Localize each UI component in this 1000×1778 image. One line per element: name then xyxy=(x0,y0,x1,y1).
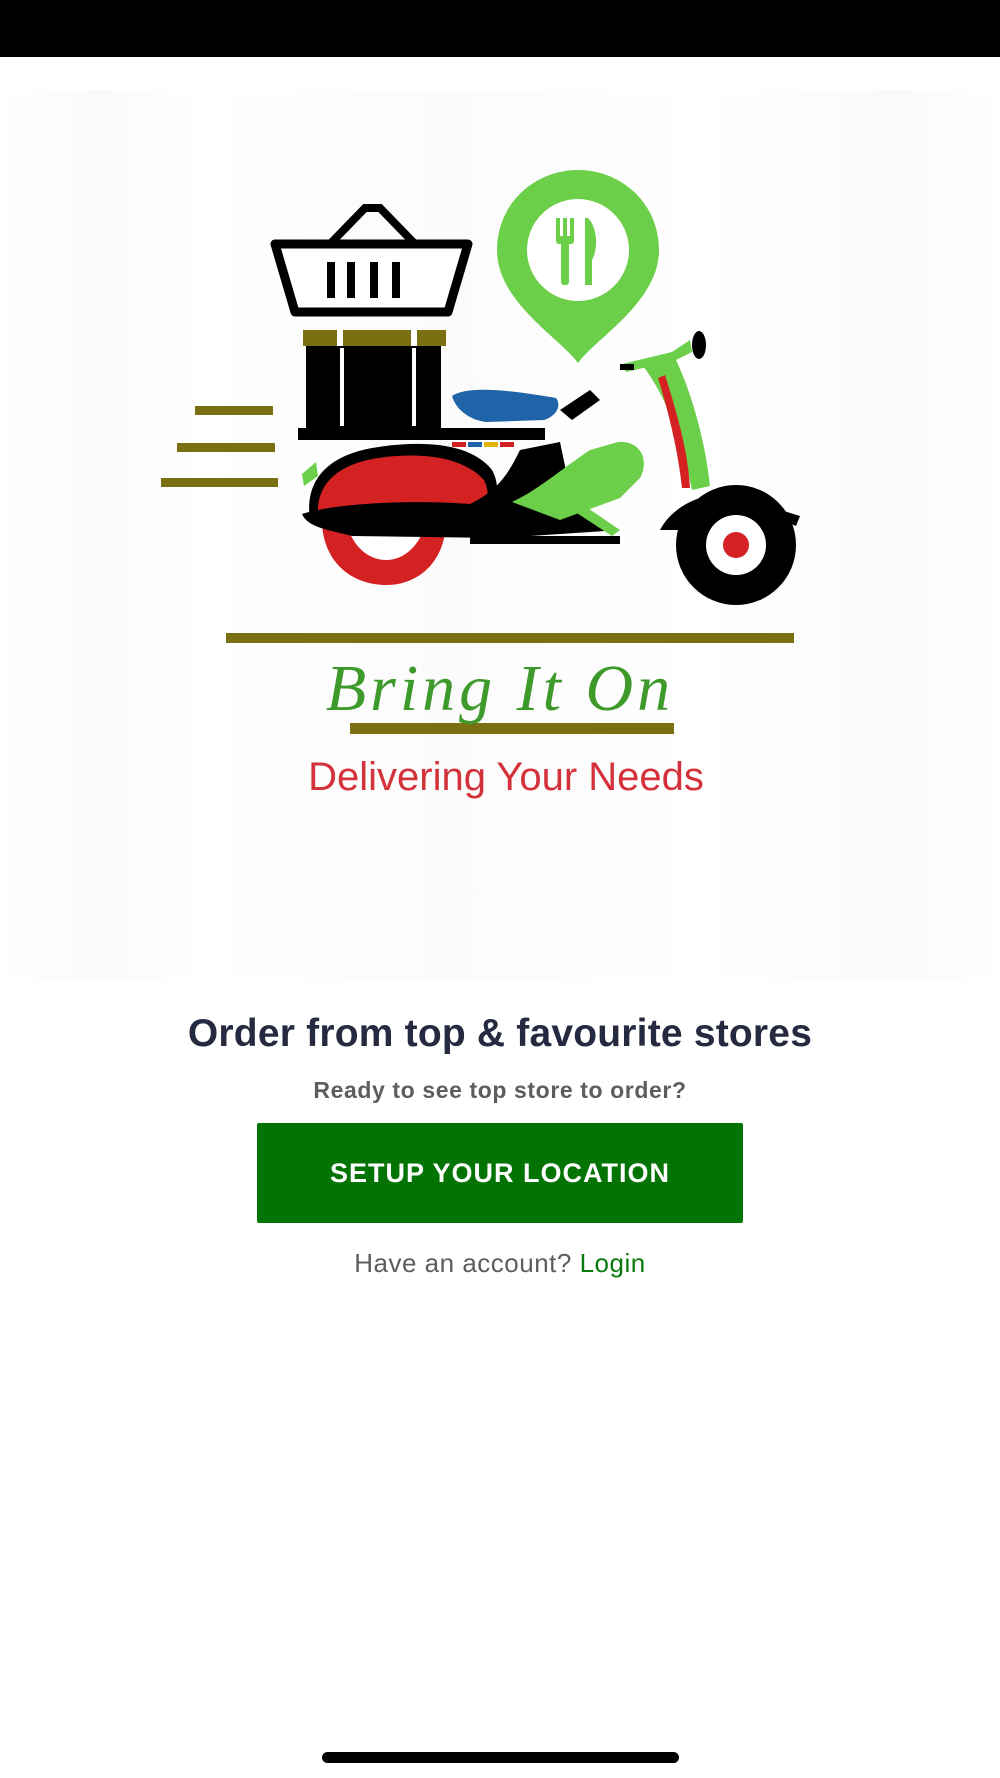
page-subtitle: Ready to see top store to order? xyxy=(313,1077,687,1103)
account-prompt-text: Have an account? xyxy=(354,1248,572,1278)
brand-logo: Bring It On Delivering Your Needs xyxy=(0,90,1000,980)
login-link[interactable]: Login xyxy=(580,1248,646,1278)
setup-location-button[interactable]: SETUP YOUR LOCATION xyxy=(257,1123,743,1223)
home-indicator[interactable] xyxy=(322,1752,679,1763)
logo-top-rule xyxy=(226,633,794,643)
brand-name: Bring It On xyxy=(326,652,674,725)
login-prompt: Have an account? Login xyxy=(0,1248,1000,1279)
body-stripe xyxy=(452,442,514,447)
basket-icon xyxy=(270,204,473,317)
status-bar xyxy=(0,0,1000,57)
location-pin-icon xyxy=(497,170,659,363)
speed-lines xyxy=(161,406,278,487)
brand-tagline: Delivering Your Needs xyxy=(308,755,704,799)
page-title: Order from top & favourite stores xyxy=(187,1012,813,1055)
delivery-box xyxy=(298,330,545,440)
